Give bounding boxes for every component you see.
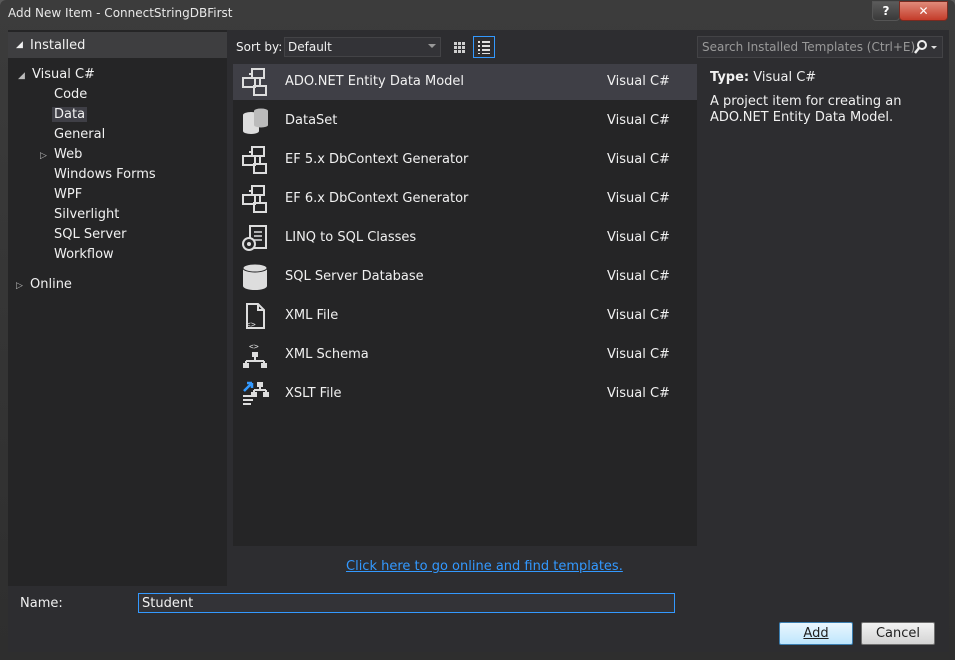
tree-node-wpf[interactable]: WPF (54, 187, 82, 202)
add-button[interactable]: Add (779, 622, 853, 645)
template-language: Visual C# (607, 230, 670, 245)
template-language: Visual C# (607, 191, 670, 206)
sort-by-dropdown[interactable]: Default (284, 37, 441, 57)
sort-by-value: Default (288, 40, 332, 54)
search-icon[interactable] (913, 39, 939, 55)
template-language: Visual C# (607, 347, 670, 362)
tree-node-sql-server[interactable]: SQL Server (54, 227, 127, 242)
template-language: Visual C# (607, 386, 670, 401)
find-online-templates-link[interactable]: Click here to go online and find templat… (346, 559, 623, 574)
tree-node-workflow[interactable]: Workflow (54, 247, 114, 262)
entity-model-icon (242, 68, 267, 96)
installed-label: Installed (30, 38, 86, 53)
dialog-window: Add New Item - ConnectStringDBFirst ? ✕ … (0, 0, 955, 660)
window-title: Add New Item - ConnectStringDBFirst (8, 6, 233, 20)
cancel-button[interactable]: Cancel (861, 622, 935, 645)
entity-model-icon (242, 146, 267, 174)
template-item-xml-schema[interactable]: <> XML Schema Visual C# (233, 337, 697, 373)
template-language: Visual C# (607, 269, 670, 284)
type-value: Visual C# (753, 70, 817, 85)
category-tree: ◢ Installed ◢ Visual C# Code Data General… (8, 30, 227, 586)
tree-node-code[interactable]: Code (54, 87, 87, 102)
template-name: EF 6.x DbContext Generator (285, 191, 469, 206)
tree-node-windows-forms[interactable]: Windows Forms (54, 167, 156, 182)
entity-model-icon (242, 185, 267, 213)
search-placeholder: Search Installed Templates (Ctrl+E) (702, 40, 916, 54)
database-icon (242, 263, 268, 290)
expanded-triangle-icon: ◢ (16, 40, 23, 50)
name-field[interactable] (138, 593, 675, 613)
sort-by-label: Sort by: (236, 40, 283, 54)
list-view-icon (478, 41, 490, 54)
template-item-ef6-dbcontext-generator[interactable]: EF 6.x DbContext Generator Visual C# (233, 181, 697, 217)
grid-view-icon (454, 42, 465, 53)
search-templates-input[interactable]: Search Installed Templates (Ctrl+E) (697, 36, 943, 58)
dialog-client: ◢ Installed ◢ Visual C# Code Data General… (8, 30, 949, 652)
template-item-xml-file[interactable]: <> XML File Visual C# (233, 298, 697, 334)
collapsed-triangle-icon[interactable]: ▷ (16, 281, 30, 291)
template-name: ADO.NET Entity Data Model (285, 74, 465, 89)
xslt-file-icon (243, 381, 269, 405)
xml-schema-icon: <> (243, 342, 267, 368)
type-label: Type: (710, 70, 750, 85)
xml-file-icon: <> (246, 303, 265, 329)
template-name: EF 5.x DbContext Generator (285, 152, 469, 167)
tree-node-online[interactable]: ▷ Online (16, 277, 72, 292)
svg-text:<>: <> (249, 342, 259, 351)
template-name: XSLT File (285, 386, 342, 401)
template-name: LINQ to SQL Classes (285, 230, 417, 245)
template-name: SQL Server Database (285, 269, 424, 284)
template-details-pane: Type: Visual C# A project item for creat… (704, 64, 949, 546)
chevron-down-icon (428, 44, 436, 48)
template-item-linq-to-sql-classes[interactable]: LINQ to SQL Classes Visual C# (233, 220, 697, 256)
templates-list: ADO.NET Entity Data Model Visual C# Data… (233, 64, 697, 546)
tree-node-general[interactable]: General (54, 127, 105, 142)
dataset-icon (243, 108, 268, 134)
template-item-xslt-file[interactable]: XSLT File Visual C# (233, 376, 697, 412)
bottom-panel: Name: Add Cancel (8, 586, 949, 652)
tree-node-web[interactable]: ▷ Web (40, 147, 82, 162)
template-item-ef5-dbcontext-generator[interactable]: EF 5.x DbContext Generator Visual C# (233, 142, 697, 178)
help-button[interactable]: ? (872, 1, 900, 21)
close-button[interactable]: ✕ (899, 1, 948, 21)
small-icons-view-button[interactable] (448, 36, 470, 58)
template-type: Type: Visual C# (710, 70, 816, 85)
template-name: DataSet (285, 113, 338, 128)
tree-node-visual-csharp[interactable]: ◢ Visual C# (18, 67, 95, 82)
medium-icons-view-button[interactable] (473, 36, 495, 58)
expanded-triangle-icon: ◢ (18, 71, 25, 81)
template-language: Visual C# (607, 113, 670, 128)
collapsed-triangle-icon[interactable]: ▷ (40, 151, 54, 161)
template-item-sql-server-database[interactable]: SQL Server Database Visual C# (233, 259, 697, 295)
svg-text:<>: <> (246, 320, 256, 329)
template-language: Visual C# (607, 152, 670, 167)
add-button-label: Add (803, 626, 829, 641)
template-item-dataset[interactable]: DataSet Visual C# (233, 103, 697, 139)
name-label: Name: (20, 596, 63, 611)
template-language: Visual C# (607, 308, 670, 323)
template-item-ado-net-entity-data-model[interactable]: ADO.NET Entity Data Model Visual C# (233, 64, 697, 100)
tree-node-data[interactable]: Data (52, 107, 88, 122)
linq-classes-icon (242, 225, 267, 251)
tree-node-silverlight[interactable]: Silverlight (54, 207, 119, 222)
template-name: XML Schema (285, 347, 369, 362)
title-bar[interactable]: Add New Item - ConnectStringDBFirst ? ✕ (0, 0, 955, 28)
template-language: Visual C# (607, 74, 670, 89)
template-name: XML File (285, 308, 339, 323)
template-description: A project item for creating an ADO.NET E… (710, 94, 902, 125)
installed-header[interactable]: ◢ Installed (8, 32, 227, 58)
